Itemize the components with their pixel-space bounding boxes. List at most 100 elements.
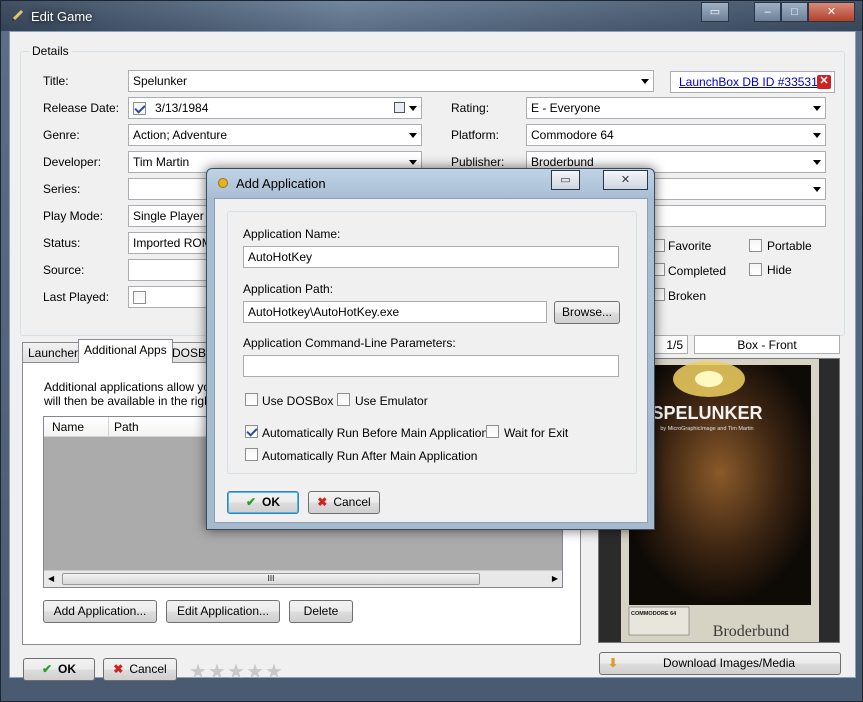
params-label: Application Command-Line Parameters: bbox=[243, 336, 456, 350]
dialog-cancel-button[interactable]: ✖ Cancel bbox=[308, 491, 380, 514]
edit-application-button[interactable]: Edit Application... bbox=[166, 600, 280, 623]
delete-button[interactable]: Delete bbox=[289, 600, 353, 623]
maximize-button[interactable]: □ bbox=[781, 2, 808, 22]
star-rating-3-icon[interactable]: ★ bbox=[227, 662, 245, 682]
minimize-button[interactable]: – bbox=[754, 2, 781, 22]
cancel-label: Cancel bbox=[129, 662, 167, 676]
app-path-value: AutoHotkey\AutoHotKey.exe bbox=[248, 305, 400, 319]
dialog-cancel-label: Cancel bbox=[333, 495, 371, 509]
chevron-down-icon bbox=[409, 133, 417, 138]
launchbox-db-link[interactable]: LaunchBox DB ID #33531 bbox=[679, 75, 818, 89]
dialog-restore-button[interactable]: ▭ bbox=[551, 170, 580, 190]
params-input[interactable] bbox=[243, 355, 619, 377]
restore-button[interactable]: ▭ bbox=[701, 2, 729, 22]
status-value: Imported ROM bbox=[133, 236, 212, 250]
box-art-byline: by MicroGraphicImage and Tim Martin bbox=[660, 426, 753, 432]
column-name[interactable]: Name bbox=[52, 420, 84, 434]
source-label: Source: bbox=[43, 263, 85, 277]
box-art-platform-tag: COMMODORE 64 bbox=[631, 611, 677, 617]
release-date-value: 3/13/1984 bbox=[155, 101, 209, 115]
browse-button[interactable]: Browse... bbox=[554, 301, 620, 324]
dialog-close-button[interactable]: ✕ bbox=[603, 170, 648, 190]
column-divider bbox=[108, 417, 109, 437]
checkmark-icon: ✔ bbox=[245, 495, 257, 509]
details-legend: Details bbox=[32, 44, 69, 58]
scroll-left-icon[interactable]: ◀ bbox=[48, 574, 54, 583]
chevron-down-icon bbox=[813, 160, 821, 165]
tab-additional-apps[interactable]: Additional Apps bbox=[78, 339, 173, 363]
launchbox-db-id: LaunchBox DB ID #33531 ✕ bbox=[670, 71, 835, 93]
app-path-input[interactable]: AutoHotkey\AutoHotKey.exe bbox=[243, 301, 547, 323]
app-icon bbox=[218, 178, 228, 188]
window-title: Edit Game bbox=[31, 9, 93, 24]
star-rating-5-icon[interactable]: ★ bbox=[265, 662, 283, 682]
image-type-selector[interactable]: Box - Front bbox=[694, 335, 840, 354]
release-date-checkbox[interactable] bbox=[133, 102, 146, 115]
star-rating-1-icon[interactable]: ★ bbox=[189, 662, 207, 682]
chevron-down-icon bbox=[813, 133, 821, 138]
page-indicator-value: 1/5 bbox=[666, 338, 683, 352]
genre-combo[interactable]: Action; Adventure bbox=[128, 124, 422, 146]
title-bar[interactable]: Edit Game ▭ – □ ✕ bbox=[1, 1, 862, 31]
pencil-icon bbox=[10, 9, 24, 23]
cancel-icon: ✖ bbox=[317, 495, 328, 509]
app-name-value: AutoHotKey bbox=[248, 250, 313, 264]
star-rating-4-icon[interactable]: ★ bbox=[246, 662, 264, 682]
last-played-checkbox[interactable] bbox=[133, 291, 146, 304]
developer-value: Tim Martin bbox=[133, 155, 190, 169]
portable-label: Portable bbox=[767, 239, 812, 253]
completed-label: Completed bbox=[668, 264, 727, 278]
additional-apps-description: Additional applications allow you to wil… bbox=[44, 380, 230, 408]
scroll-thumb[interactable]: III bbox=[62, 573, 480, 585]
status-label: Status: bbox=[43, 236, 81, 250]
calendar-icon[interactable] bbox=[394, 102, 405, 113]
run-before-checkbox[interactable] bbox=[245, 425, 258, 438]
hide-checkbox[interactable] bbox=[749, 263, 762, 276]
dialog-ok-button[interactable]: ✔ OK bbox=[227, 491, 299, 514]
title-label: Title: bbox=[43, 74, 69, 88]
use-emulator-checkbox[interactable] bbox=[337, 393, 350, 406]
platform-value: Commodore 64 bbox=[531, 128, 614, 142]
wait-for-exit-label: Wait for Exit bbox=[504, 426, 569, 440]
close-button[interactable]: ✕ bbox=[808, 2, 855, 22]
publisher-value: Broderbund bbox=[531, 155, 594, 169]
dialog-ok-label: OK bbox=[262, 495, 281, 509]
checkmark-icon: ✔ bbox=[41, 662, 53, 676]
column-path[interactable]: Path bbox=[114, 420, 139, 434]
rating-combo[interactable]: E - Everyone bbox=[526, 97, 826, 119]
favorite-label: Favorite bbox=[668, 239, 712, 253]
release-date-picker[interactable]: 3/13/1984 bbox=[128, 97, 422, 119]
platform-combo[interactable]: Commodore 64 bbox=[526, 124, 826, 146]
download-images-label: Download Images/Media bbox=[662, 656, 796, 670]
portable-checkbox[interactable] bbox=[749, 239, 762, 252]
cancel-button[interactable]: ✖ Cancel bbox=[103, 658, 177, 681]
description-line-1: Additional applications allow you to bbox=[44, 380, 231, 394]
ok-button[interactable]: ✔ OK bbox=[23, 658, 95, 681]
run-before-label: Automatically Run Before Main Applicatio… bbox=[262, 426, 489, 440]
tab-launcher[interactable]: Launcher bbox=[22, 342, 85, 363]
title-value: Spelunker bbox=[133, 74, 188, 88]
app-path-label: Application Path: bbox=[243, 282, 334, 296]
download-images-button[interactable]: ⬇ Download Images/Media bbox=[599, 652, 841, 675]
run-after-label: Automatically Run After Main Application bbox=[262, 449, 478, 463]
remove-icon[interactable]: ✕ bbox=[817, 75, 831, 89]
broken-label: Broken bbox=[668, 289, 707, 303]
add-application-dialog: Add Application ▭ ✕ Application Name: Au… bbox=[206, 168, 655, 530]
horizontal-scrollbar[interactable]: ◀ III ▶ bbox=[44, 570, 562, 587]
play-mode-value: Single Player bbox=[133, 209, 204, 223]
download-icon: ⬇ bbox=[608, 656, 619, 670]
star-rating-2-icon[interactable]: ★ bbox=[208, 662, 226, 682]
series-label: Series: bbox=[43, 182, 81, 196]
publisher-label: Publisher: bbox=[451, 155, 505, 169]
dialog-title: Add Application bbox=[236, 176, 326, 191]
dialog-client-area: Application Name: AutoHotKey Application… bbox=[214, 198, 648, 523]
scroll-right-icon[interactable]: ▶ bbox=[552, 574, 558, 583]
genre-label: Genre: bbox=[43, 128, 80, 142]
add-application-button[interactable]: Add Application... bbox=[43, 600, 157, 623]
wait-for-exit-checkbox[interactable] bbox=[486, 425, 499, 438]
rating-value: E - Everyone bbox=[531, 101, 601, 115]
app-name-input[interactable]: AutoHotKey bbox=[243, 246, 619, 268]
run-after-checkbox[interactable] bbox=[245, 448, 258, 461]
use-dosbox-checkbox[interactable] bbox=[245, 393, 258, 406]
title-combo[interactable]: Spelunker bbox=[128, 70, 654, 92]
